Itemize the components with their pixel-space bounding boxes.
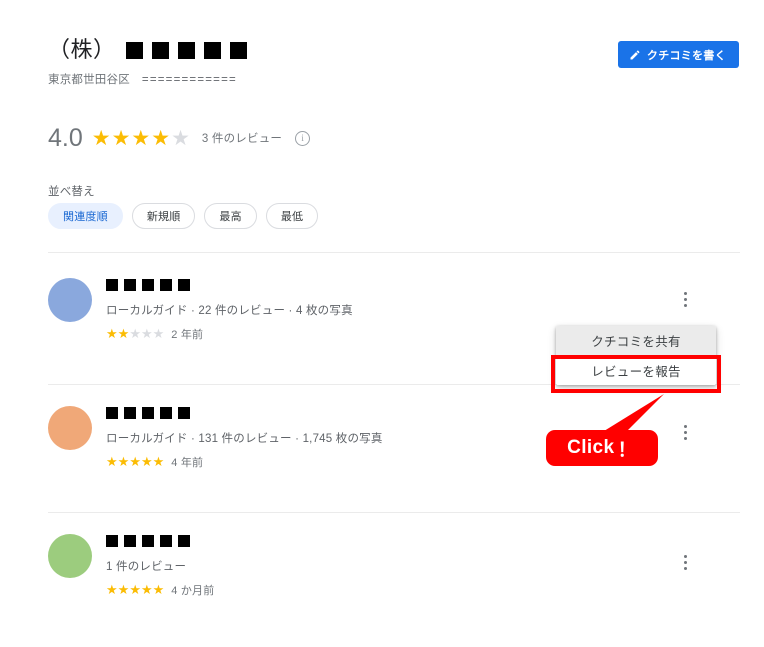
star-filled: ★	[131, 126, 151, 150]
redaction-block	[124, 534, 136, 547]
write-review-button[interactable]: クチコミを書く	[617, 41, 739, 68]
star-filled: ★	[117, 582, 130, 597]
dot	[683, 303, 687, 307]
write-review-label: クチコミを書く	[646, 49, 726, 62]
divider	[48, 252, 740, 253]
menu-item-share-review[interactable]: クチコミを共有	[556, 326, 716, 355]
menu-item-report-review[interactable]: レビューを報告	[556, 355, 716, 385]
star-filled: ★	[106, 582, 118, 597]
redaction-block	[178, 278, 190, 291]
redaction-block	[124, 406, 136, 419]
redaction-block	[229, 41, 247, 59]
callout-suffix: ！	[617, 439, 637, 461]
star-filled: ★	[117, 454, 130, 469]
reviewer-name-redacted	[106, 405, 190, 420]
star-filled: ★	[91, 126, 111, 150]
star-filled: ★	[152, 582, 165, 597]
star-filled: ★	[152, 454, 165, 469]
redaction-block	[177, 41, 195, 59]
redaction-block	[151, 41, 169, 59]
redaction-block	[160, 278, 172, 291]
dot	[683, 560, 687, 564]
star-filled: ★	[140, 454, 153, 469]
click-callout: Click ！	[546, 394, 674, 470]
redaction-block	[106, 406, 118, 419]
avatar	[48, 278, 92, 322]
review-timestamp: 2 年前	[171, 328, 204, 341]
divider	[48, 512, 740, 513]
redaction-block	[142, 278, 154, 291]
avatar	[48, 534, 92, 578]
redaction-block	[178, 406, 190, 419]
info-icon[interactable]: i	[295, 130, 311, 146]
sort-chip-highest[interactable]: 最高	[204, 203, 257, 229]
review-stars: ★ ★ ★ ★ ★	[106, 455, 164, 468]
review-options-icon[interactable]	[676, 421, 694, 443]
redaction-block	[160, 406, 172, 419]
review-stars: ★ ★ ★ ★ ★	[106, 583, 164, 596]
pencil-icon	[629, 49, 641, 61]
rating-summary: 4.0 ★ ★ ★ ★ ★ 3 件のレビュー i	[48, 124, 311, 152]
dot	[683, 430, 687, 434]
sort-chip-relevance[interactable]: 関連度順	[48, 203, 123, 229]
sort-chip-lowest[interactable]: 最低	[265, 203, 319, 229]
business-name-redacted	[125, 41, 247, 59]
redaction-block	[142, 406, 154, 419]
star-empty: ★	[140, 326, 153, 341]
redaction-block	[160, 534, 172, 547]
redaction-block	[106, 534, 118, 547]
review-context-menu: クチコミを共有 レビューを報告	[556, 326, 716, 385]
callout-label: Click	[567, 437, 615, 458]
redaction-block	[203, 41, 221, 59]
review-options-icon[interactable]	[676, 288, 694, 310]
star-filled: ★	[111, 126, 131, 150]
review-stars: ★ ★ ★ ★ ★	[106, 327, 164, 340]
star-empty: ★	[152, 326, 165, 341]
dot	[683, 554, 687, 558]
business-address: 東京都世田谷区 ============	[48, 73, 728, 88]
review-options-icon[interactable]	[676, 551, 694, 573]
reviewer-name-redacted	[106, 277, 190, 292]
review-count-label: 3 件のレビュー	[201, 133, 283, 145]
review-rating: ★ ★ ★ ★ ★ 4 か月前	[106, 582, 740, 598]
reviewer-meta: ローカルガイド · 22 件のレビュー · 4 枚の写真	[106, 304, 353, 317]
dot	[683, 291, 687, 295]
reviewer-name-redacted	[106, 533, 190, 548]
address-masked: ============	[141, 74, 237, 86]
redaction-block	[106, 278, 118, 291]
star-filled: ★	[106, 326, 118, 341]
dot	[683, 436, 687, 440]
sort-chip-newest[interactable]: 新規順	[131, 203, 196, 229]
sort-chip-group: 関連度順 新規順 最高 最低	[48, 203, 319, 229]
reviewer-meta: 1 件のレビュー	[106, 560, 187, 573]
redaction-block	[142, 534, 154, 547]
review-page: （株） 東京都世田谷区 ============ クチコミを書く 4.0 ★ ★	[0, 0, 764, 647]
redaction-block	[124, 278, 136, 291]
review-timestamp: 4 か月前	[171, 584, 215, 597]
review-body: 1 件のレビュー ★ ★ ★ ★ ★ 4 か月前	[106, 532, 740, 598]
sort-label: 並べ替え	[48, 186, 95, 198]
redaction-block	[125, 41, 143, 59]
star-filled: ★	[129, 582, 141, 597]
callout-label-group: Click ！	[546, 430, 658, 466]
star-filled: ★	[140, 582, 153, 597]
rating-value: 4.0	[48, 124, 83, 152]
star-filled: ★	[106, 454, 118, 469]
business-title-prefix: （株）	[48, 37, 116, 62]
star-filled: ★	[129, 454, 141, 469]
dot	[683, 297, 687, 301]
review-item: 1 件のレビュー ★ ★ ★ ★ ★ 4 か月前	[48, 532, 740, 598]
redaction-block	[178, 534, 190, 547]
dot	[683, 566, 687, 570]
dot	[683, 424, 687, 428]
star-filled: ★	[151, 126, 171, 150]
star-empty: ★	[171, 126, 190, 150]
avatar	[48, 406, 92, 450]
star-filled: ★	[117, 326, 130, 341]
star-empty: ★	[129, 326, 141, 341]
review-timestamp: 4 年前	[171, 456, 204, 469]
rating-stars: ★ ★ ★ ★ ★	[92, 128, 190, 149]
address-city: 東京都世田谷区	[48, 74, 130, 86]
